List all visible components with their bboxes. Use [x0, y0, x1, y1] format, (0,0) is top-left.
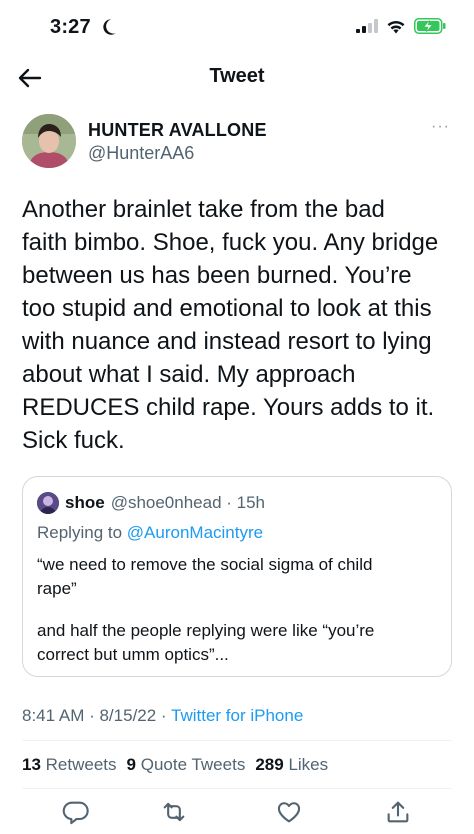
avatar[interactable] [22, 114, 76, 168]
likes-count: 289 [255, 755, 284, 774]
status-bar: 3:27 [0, 0, 474, 56]
tweet-text-line: too stupid and emotional to look at this [22, 295, 432, 322]
like-icon[interactable] [275, 798, 303, 826]
replying-to-handle-link[interactable]: @AuronMacintyre [127, 523, 263, 542]
tweet-text-line: Another brainlet take from the bad [22, 196, 385, 223]
wifi-icon [387, 20, 405, 33]
tweet-text-line: with nuance and instead resort to lying [22, 328, 432, 355]
retweet-icon[interactable] [160, 798, 188, 826]
author-handle[interactable]: @HunterAA6 [88, 143, 194, 164]
retweets-label: Retweets [45, 755, 117, 774]
quoted-author-meta: @shoe0nhead · 15h [110, 493, 266, 512]
quoted-text-line: rape” [37, 579, 77, 598]
replying-to: Replying to @AuronMacintyre [37, 523, 263, 543]
status-indicators [356, 18, 446, 34]
quote-tweets-label: Quote Tweets [140, 755, 246, 774]
tweet-text-line: about what I said. My approach [22, 361, 356, 388]
nav-bar: Tweet [0, 56, 474, 100]
signal-icon [356, 19, 378, 33]
quoted-tweet-header: shoe @shoe0nhead · 15h [37, 492, 265, 514]
quoted-avatar [37, 492, 59, 514]
quoted-tweet-text: “we need to remove the social sigma of c… [37, 553, 437, 667]
retweets-stat[interactable]: 13 Retweets [22, 755, 117, 775]
quoted-author-name: shoe [65, 493, 105, 512]
reply-icon[interactable] [62, 798, 90, 826]
author-name[interactable]: HUNTER AVALLONE [88, 120, 267, 141]
tweet-stats: 13 Retweets 9 Quote Tweets 289 Likes [22, 755, 328, 775]
tweet-timestamp: 8:41 AM · 8/15/22 · Twitter for iPhone [22, 706, 303, 726]
tweet-text-line: faith bimbo. Shoe, fuck you. Any bridge [22, 229, 439, 256]
likes-stat[interactable]: 289 Likes [255, 755, 328, 775]
quote-tweets-stat[interactable]: 9 Quote Tweets [127, 755, 246, 775]
tweet-text: Another brainlet take from the bad faith… [22, 193, 458, 457]
tweet-text-line: REDUCES child rape. Yours adds to it. [22, 394, 435, 421]
divider [22, 788, 452, 789]
replying-to-prefix: Replying to [37, 523, 127, 542]
page-title: Tweet [209, 65, 265, 87]
likes-label: Likes [288, 755, 329, 774]
tweet-author: HUNTER AVALLONE @HunterAA6 ··· [22, 112, 452, 172]
quoted-tweet[interactable]: shoe @shoe0nhead · 15h Replying to @Auro… [22, 476, 452, 677]
quoted-text-line: and half the people replying were like “… [37, 621, 375, 640]
tweet-source-link[interactable]: Twitter for iPhone [171, 706, 303, 725]
tweet-time-date[interactable]: 8:41 AM · 8/15/22 · [22, 706, 171, 725]
quoted-avatar-image [37, 492, 59, 514]
quote-tweets-count: 9 [126, 755, 136, 774]
battery-charging-icon [414, 18, 446, 34]
tweet-actions [0, 798, 474, 830]
retweets-count: 13 [22, 755, 41, 774]
tweet-text-line: between us has been burned. You’re [22, 262, 412, 289]
divider [22, 740, 452, 741]
moon-icon [103, 19, 116, 35]
avatar-image [22, 114, 76, 168]
status-time: 3:27 [50, 16, 91, 38]
quoted-text-line: “we need to remove the social sigma of c… [37, 555, 373, 574]
tweet-text-line: Sick fuck. [22, 427, 125, 454]
quoted-text-line: correct but umm optics”... [37, 645, 229, 664]
share-icon[interactable] [384, 798, 412, 826]
more-options-button[interactable]: ··· [431, 118, 450, 136]
